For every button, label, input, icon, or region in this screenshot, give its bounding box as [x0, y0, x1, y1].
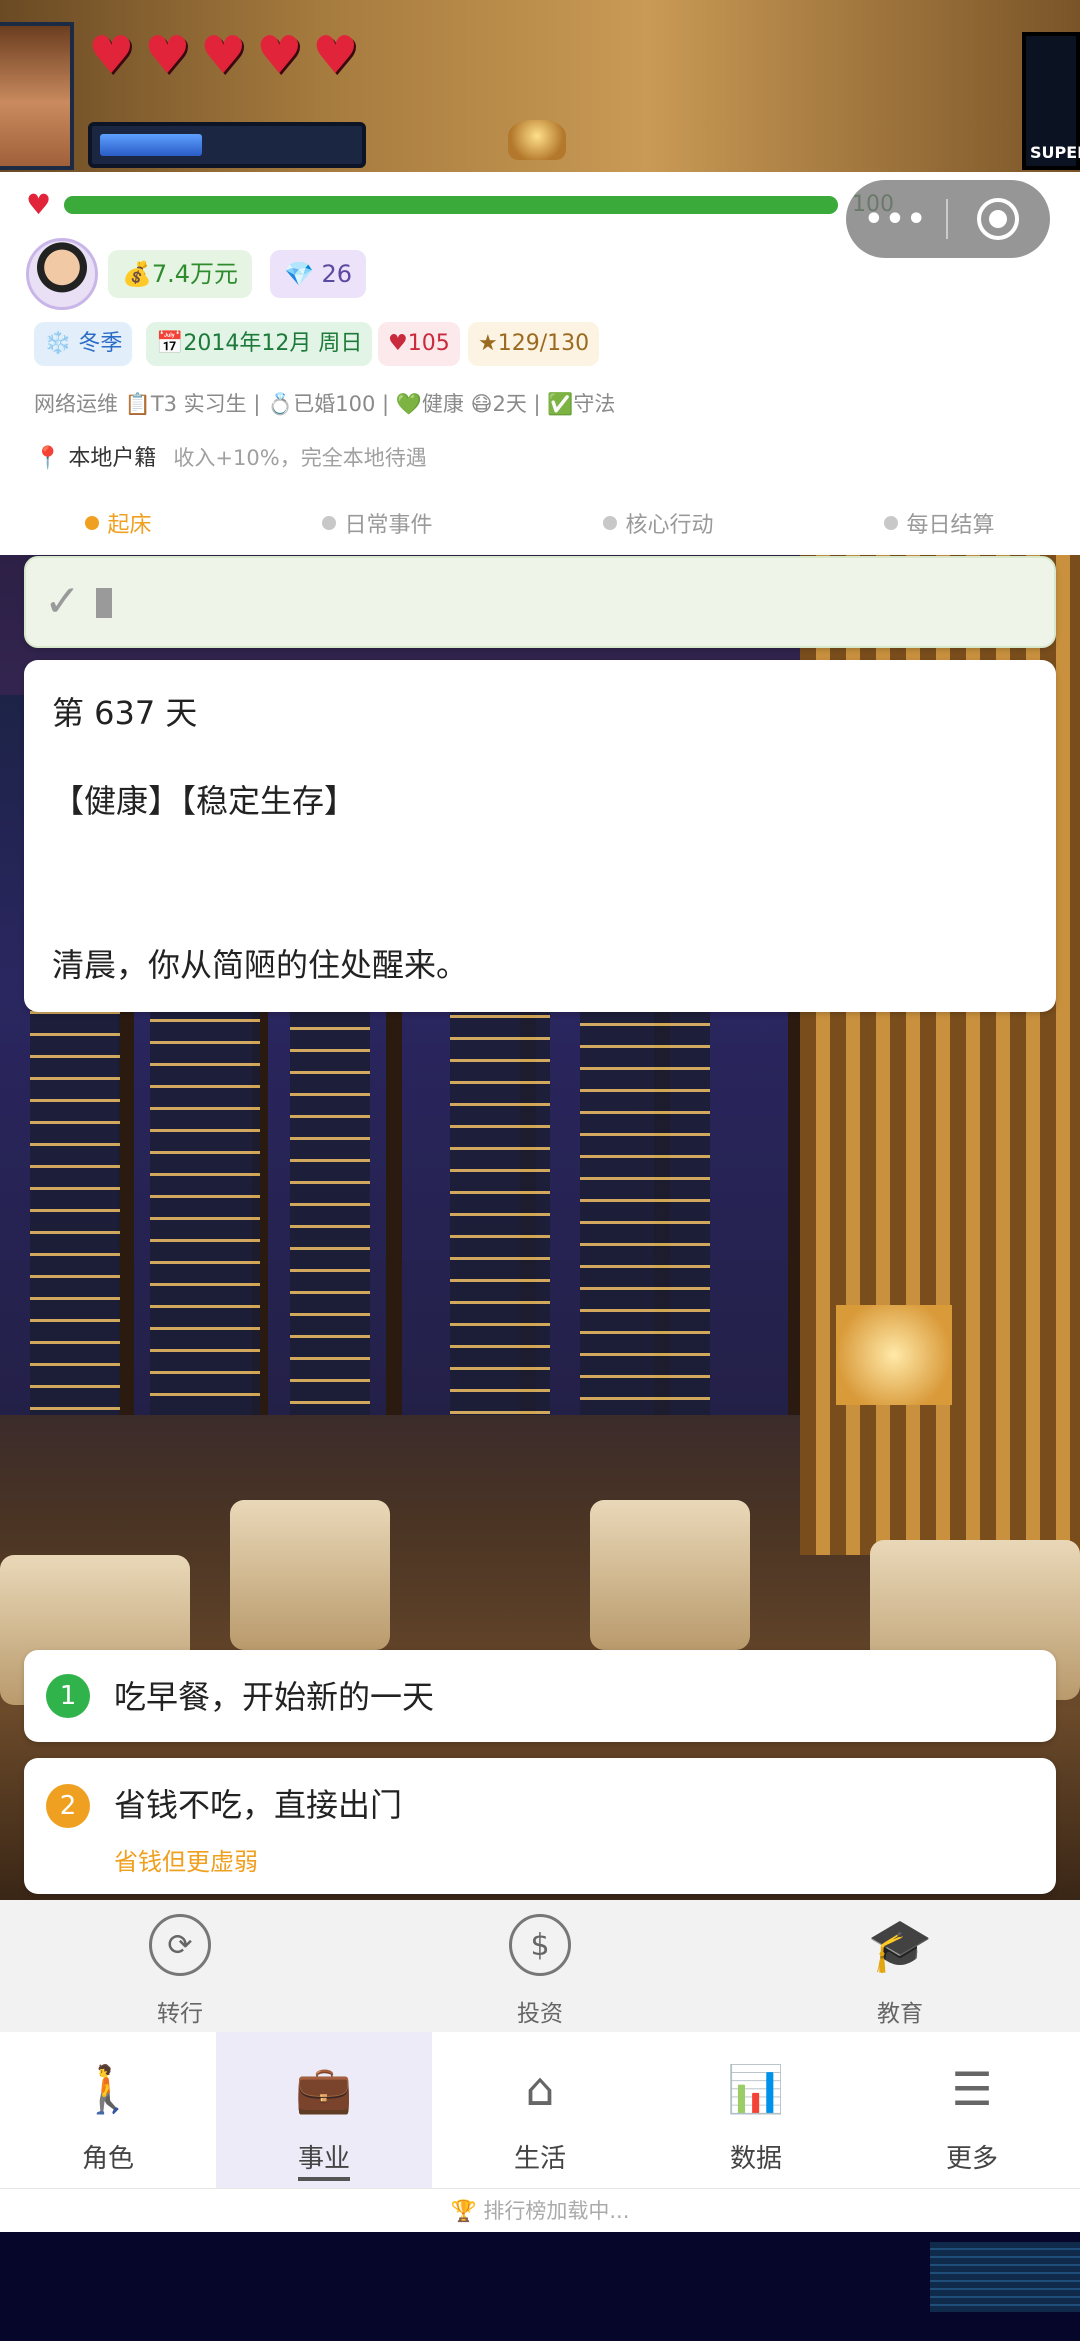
choice-number: 1 [46, 1674, 90, 1718]
submenu-label: 转行 [157, 2001, 203, 2027]
choice-hint: 省钱但更虚弱 [114, 1848, 258, 1876]
submenu-education[interactable]: 🎓 教育 [800, 1900, 1000, 2032]
heart-icon: ♥ [88, 26, 135, 86]
submenu-investment[interactable]: $ 投资 [440, 1900, 640, 2032]
list-icon: ☰ [951, 2062, 993, 2116]
location-pin-icon: 📍 [34, 446, 62, 471]
choice-number: 2 [46, 1784, 90, 1828]
footer-banner [0, 2232, 1080, 2341]
game-status-banner: ♥ ♥ ♥ ♥ ♥ SUPER [0, 0, 1080, 172]
nav-more[interactable]: ☰ 更多 [864, 2032, 1080, 2188]
career-switch-icon: ⟳ [149, 1914, 211, 1976]
heart-icon: ♥ [312, 26, 359, 86]
player-info-panel: ♥ 100 ••• 💰7.4万元 💎 26 ❄️ 冬季 📅2014年12月 周日… [0, 172, 1080, 555]
briefcase-icon: 💼 [295, 2061, 353, 2116]
ceiling-lamp [508, 120, 566, 160]
story-card: 第 637 天 【健康】【稳定生存】 清晨，你从简陋的住处醒来。 [24, 660, 1056, 1012]
avatar[interactable] [26, 238, 98, 310]
nav-career[interactable]: 💼 事业 [216, 2032, 432, 2188]
step-wake-up: 起床 [85, 507, 152, 539]
step-label: 日常事件 [344, 513, 433, 538]
heart-icon: ♥ [256, 26, 303, 86]
nav-label: 生活 [513, 2144, 566, 2174]
mini-program-capsule: ••• [846, 180, 1050, 258]
wall-lamp [836, 1305, 952, 1405]
walking-person-icon: 🚶 [79, 2061, 137, 2116]
bottom-navigation: 🚶 角色 💼 事业 ⌂ 生活 📊 数据 ☰ 更多 [0, 2032, 1080, 2188]
health-row: ♥ 100 [26, 190, 906, 220]
energy-bar-fill [100, 134, 202, 156]
super-label: SUPER [1030, 143, 1080, 162]
heart-icon: ♥ [200, 26, 247, 86]
nav-label: 角色 [81, 2144, 134, 2174]
building [290, 995, 370, 1415]
date-tag: 📅2014年12月 周日 [146, 322, 373, 366]
step-dot-icon [603, 516, 618, 530]
step-daily-settlement: 每日结算 [884, 507, 995, 539]
nav-label: 数据 [729, 2144, 782, 2174]
life-hearts: ♥ ♥ ♥ ♥ ♥ [88, 26, 364, 86]
step-label: 每日结算 [906, 513, 995, 538]
money-badge: 💰7.4万元 [108, 250, 253, 298]
step-dot-icon [884, 516, 899, 530]
step-label: 起床 [107, 513, 152, 538]
submenu-label: 教育 [877, 2001, 923, 2027]
completed-card: ✓ [24, 556, 1056, 648]
day-phase-steps: 起床 日常事件 核心行动 每日结算 [0, 498, 1080, 548]
checkmark-icon: ✓ [44, 576, 81, 627]
hukou-name: 本地户籍 [68, 446, 157, 471]
affection-tag: ♥105 [378, 322, 460, 366]
nav-label: 更多 [945, 2144, 998, 2174]
bar-chart-icon: 📊 [727, 2061, 785, 2116]
submenu-label: 投资 [517, 2001, 563, 2027]
health-bar-fill [64, 196, 838, 214]
footer-decoration [930, 2242, 1080, 2312]
choice-option-2[interactable]: 2 省钱不吃，直接出门 省钱但更虚弱 [24, 1758, 1056, 1894]
choice-text: 省钱不吃，直接出门 [114, 1786, 403, 1824]
heart-icon: ♥ [144, 26, 191, 86]
hukou-row: 📍 本地户籍 收入+10%，完全本地待遇 [34, 440, 427, 472]
hukou-description: 收入+10%，完全本地待遇 [173, 446, 427, 470]
submenu-career-switch[interactable]: ⟳ 转行 [80, 1900, 280, 2032]
energy-bar [88, 122, 366, 168]
armchair [590, 1500, 750, 1650]
house-icon: ⌂ [525, 2062, 555, 2116]
progress-block [96, 588, 112, 618]
armchair [230, 1500, 390, 1650]
investment-icon: $ [509, 1914, 571, 1976]
more-options-icon[interactable]: ••• [846, 202, 946, 237]
nav-life[interactable]: ⌂ 生活 [432, 2032, 648, 2188]
step-daily-events: 日常事件 [322, 507, 433, 539]
nav-data[interactable]: 📊 数据 [648, 2032, 864, 2188]
choice-text: 吃早餐，开始新的一天 [114, 1678, 435, 1716]
character-portrait [0, 22, 74, 170]
story-text: 清晨，你从简陋的住处醒来。 [52, 946, 469, 984]
status-line: 网络运维 📋T3 实习生 | 💍已婚100 | 💚健康 😷2天 | ✅守法 [34, 392, 616, 416]
step-dot-icon [85, 516, 100, 530]
step-dot-icon [322, 516, 337, 530]
health-bar [64, 196, 838, 214]
gem-badge: 💎 26 [270, 250, 367, 298]
season-tag: ❄️ 冬季 [34, 322, 133, 366]
choice-option-1[interactable]: 1 吃早餐，开始新的一天 [24, 1650, 1056, 1742]
nav-character[interactable]: 🚶 角色 [0, 2032, 216, 2188]
close-target-icon[interactable] [948, 198, 1048, 240]
step-core-actions: 核心行动 [603, 507, 714, 539]
nav-label: 事业 [297, 2138, 350, 2181]
graduation-cap-icon: 🎓 [867, 1915, 933, 1976]
day-counter: 第 637 天 [52, 694, 198, 732]
reputation-tag: ★129/130 [468, 322, 600, 366]
career-submenu: ⟳ 转行 $ 投资 🎓 教育 [0, 1900, 1080, 2032]
heart-icon: ♥ [26, 188, 52, 221]
story-tags: 【健康】【稳定生存】 [52, 782, 357, 820]
super-panel: SUPER [1022, 32, 1080, 170]
step-label: 核心行动 [625, 513, 714, 538]
leaderboard-status[interactable]: 🏆 排行榜加载中... [0, 2188, 1080, 2232]
